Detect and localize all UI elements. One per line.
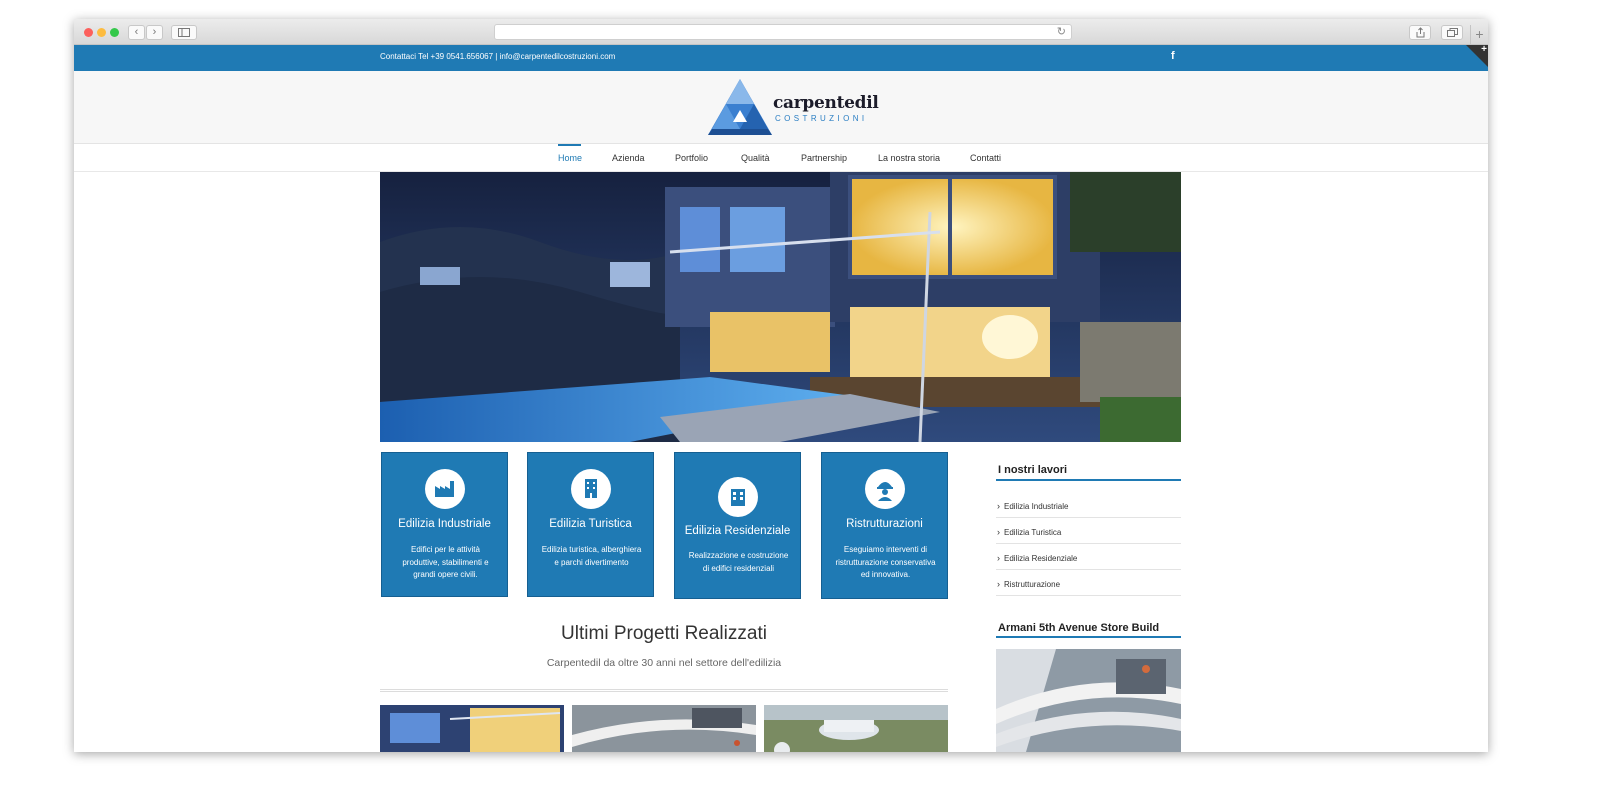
sliding-bar-toggle[interactable]: +	[1466, 44, 1488, 67]
nav-item-qualita[interactable]: Qualità	[741, 153, 770, 163]
tabs-overview-button[interactable]	[1441, 25, 1463, 40]
card-title: Edilizia Industriale	[398, 518, 491, 530]
section-divider	[380, 689, 948, 692]
service-card-industriale[interactable]: Edilizia Industriale Edifici per le atti…	[381, 452, 508, 597]
nav-item-portfolio[interactable]: Portfolio	[675, 153, 708, 163]
plus-icon: +	[1481, 44, 1487, 55]
sidebar-project-image[interactable]	[996, 649, 1181, 752]
chevron-right-icon: ›	[997, 501, 1000, 511]
facebook-icon[interactable]: f	[1171, 50, 1175, 62]
logo-subtitle: COSTRUZIONI	[775, 114, 868, 123]
reload-icon[interactable]: ↻	[1057, 25, 1066, 39]
service-card-ristrutturazioni[interactable]: Ristrutturazioni Eseguiamo interventi di…	[821, 452, 948, 599]
sidebar-project-title[interactable]: Armani 5th Avenue Store Build	[998, 622, 1159, 634]
share-icon	[1416, 27, 1424, 38]
minimize-window-button[interactable]	[97, 28, 106, 37]
card-description: Eseguiamo interventi di ristrutturazione…	[835, 545, 936, 579]
sidebar-icon	[178, 28, 190, 37]
chevron-right-icon: ›	[997, 553, 1000, 563]
tabs-icon	[1446, 28, 1458, 37]
card-description: Edilizia turistica, alberghiera e parchi…	[541, 545, 642, 567]
sidebar-toggle-button[interactable]	[171, 25, 197, 40]
sidebar-works-underline	[996, 479, 1181, 481]
factory-icon	[425, 469, 465, 509]
browser-window: ‹ › ↻ + Contattaci Tel +39 0541.656067 |…	[74, 19, 1488, 752]
nav-item-home[interactable]: Home	[558, 153, 582, 163]
active-nav-indicator	[558, 144, 581, 146]
nav-item-partnership[interactable]: Partnership	[801, 153, 847, 163]
chevron-right-icon: ›	[997, 527, 1000, 537]
zoom-window-button[interactable]	[110, 28, 119, 37]
service-card-residenziale[interactable]: Edilizia Residenziale Realizzazione e co…	[674, 452, 801, 599]
project-thumbnail[interactable]	[764, 705, 948, 752]
construction-worker-icon	[865, 469, 905, 509]
main-navigation: Home Azienda Portfolio Qualità Partnersh…	[74, 144, 1488, 172]
hero-image	[380, 172, 1181, 442]
section-title: Ultimi Progetti Realizzati	[561, 623, 767, 644]
chevron-left-icon: ‹	[134, 26, 139, 38]
service-card-turistica[interactable]: Edilizia Turistica Edilizia turistica, a…	[527, 452, 654, 597]
share-button[interactable]	[1409, 25, 1431, 40]
sidebar-item-residenziale[interactable]: › Edilizia Residenziale	[996, 544, 1181, 570]
sidebar-item-turistica[interactable]: › Edilizia Turistica	[996, 518, 1181, 544]
forward-button[interactable]: ›	[146, 25, 163, 40]
nav-item-azienda[interactable]: Azienda	[612, 153, 645, 163]
site-logo[interactable]: carpentedil COSTRUZIONI	[706, 77, 879, 139]
logo-wordmark: carpentedil	[773, 93, 879, 113]
browser-toolbar: ‹ › ↻ +	[74, 19, 1488, 45]
apartment-building-icon	[718, 477, 758, 517]
contact-bar: Contattaci Tel +39 0541.656067 | info@ca…	[74, 45, 1488, 71]
project-thumbnail[interactable]	[380, 705, 564, 752]
contact-info[interactable]: Contattaci Tel +39 0541.656067 | info@ca…	[380, 52, 615, 61]
card-description: Edifici per le attività produttive, stab…	[402, 545, 489, 579]
logo-triangle-icon	[708, 79, 772, 135]
project-thumbnail[interactable]	[572, 705, 756, 752]
nav-item-contatti[interactable]: Contatti	[970, 153, 1001, 163]
chevron-right-icon: ›	[152, 26, 157, 38]
hotel-building-icon	[571, 469, 611, 509]
section-subtitle: Carpentedil da oltre 30 anni nel settore…	[546, 657, 782, 669]
close-window-button[interactable]	[84, 28, 93, 37]
address-bar[interactable]: ↻	[494, 24, 1072, 40]
nav-item-la-nostra-storia[interactable]: La nostra storia	[878, 153, 940, 163]
sidebar-project-underline	[996, 636, 1181, 638]
plus-icon: +	[1475, 26, 1484, 42]
card-title: Edilizia Residenziale	[684, 525, 791, 537]
card-title: Ristrutturazioni	[846, 518, 923, 530]
back-button[interactable]: ‹	[128, 25, 145, 40]
site-header: carpentedil COSTRUZIONI	[74, 71, 1488, 144]
card-title: Edilizia Turistica	[549, 518, 632, 530]
chevron-right-icon: ›	[997, 579, 1000, 589]
sidebar-item-industriale[interactable]: › Edilizia Industriale	[996, 492, 1181, 518]
sidebar-item-ristrutturazione[interactable]: › Ristrutturazione	[996, 570, 1181, 596]
new-tab-button[interactable]: +	[1470, 25, 1488, 45]
card-description: Realizzazione e costruzione di edifici r…	[688, 551, 789, 573]
sidebar-works-title: I nostri lavori	[998, 464, 1068, 476]
